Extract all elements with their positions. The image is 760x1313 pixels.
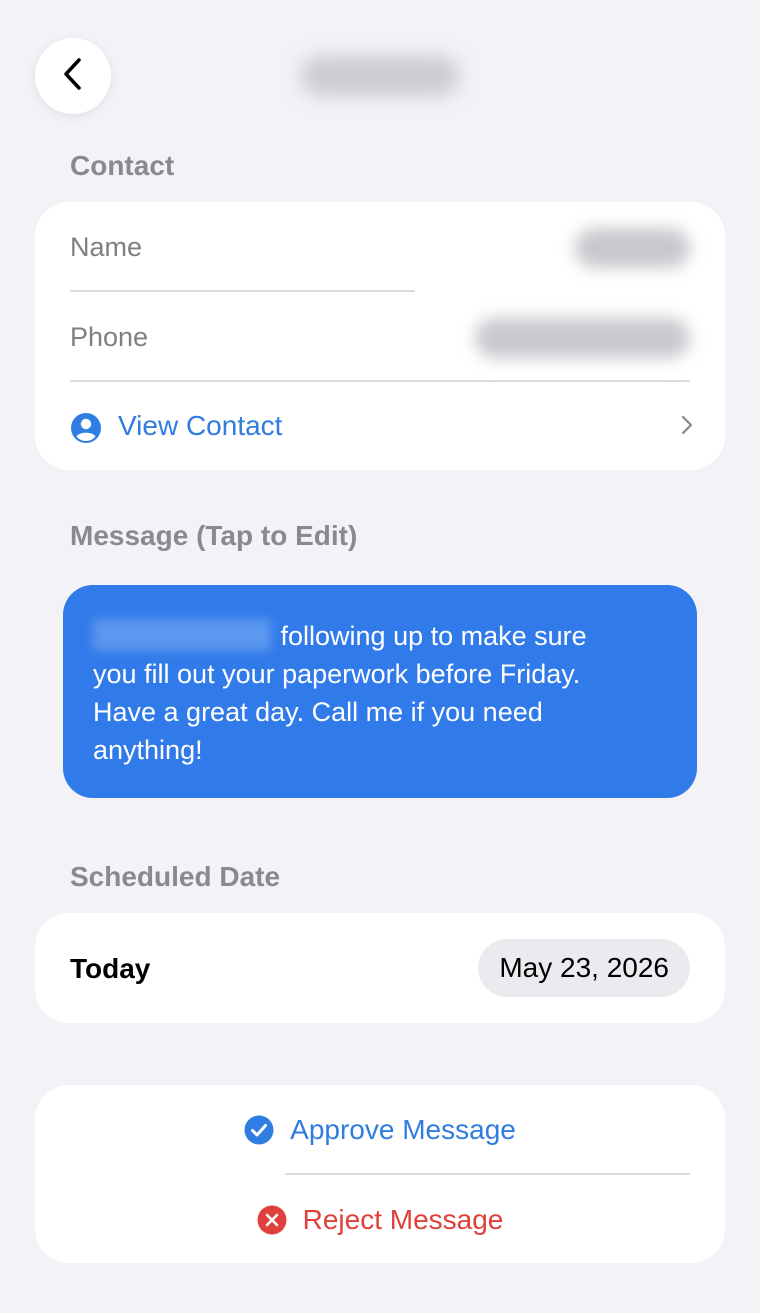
approve-message-button[interactable]: Approve Message [35,1085,725,1175]
day-label: Today [70,953,151,984]
x-circle-icon [257,1205,287,1235]
message-section-header: Message (Tap to Edit) [70,520,358,551]
message-bubble[interactable]: following up to make sure you fill out y… [63,585,697,798]
message-text-line-3: Have a great day. Call me if you need [93,697,543,727]
phone-value-redacted [475,318,690,358]
message-text-line-4: anything! [93,735,203,765]
checkmark-circle-icon [244,1115,274,1145]
reject-message-button[interactable]: Reject Message [35,1175,725,1265]
scheduled-date-card: Today May 23, 2026 [35,913,725,1023]
person-circle-icon [70,412,102,449]
message-text-line-1: following up to make sure [280,621,587,651]
back-button[interactable] [35,38,111,114]
date-picker-button[interactable]: May 23, 2026 [478,939,690,997]
divider [70,290,415,292]
page-title [300,55,460,97]
view-contact-label: View Contact [118,410,283,441]
chevron-left-icon [62,57,84,96]
approve-message-label: Approve Message [290,1114,516,1145]
scheduled-date-section-header: Scheduled Date [70,861,281,892]
name-value-redacted [575,228,690,268]
contact-section-header: Contact [70,150,175,181]
actions-card: Approve Message Reject Message [35,1085,725,1263]
contact-card: Name Phone View Contact [35,202,725,470]
phone-label: Phone [70,322,149,352]
message-text-line-2: you fill out your paperwork before Frida… [93,659,581,689]
reject-message-label: Reject Message [302,1204,504,1235]
chevron-right-icon [681,415,693,440]
view-contact-row[interactable]: View Contact [35,382,725,472]
scheduled-message-screen: Contact Name Phone View Contact Message … [0,0,760,1313]
name-label: Name [70,232,143,262]
recipient-name-redacted [93,619,271,651]
